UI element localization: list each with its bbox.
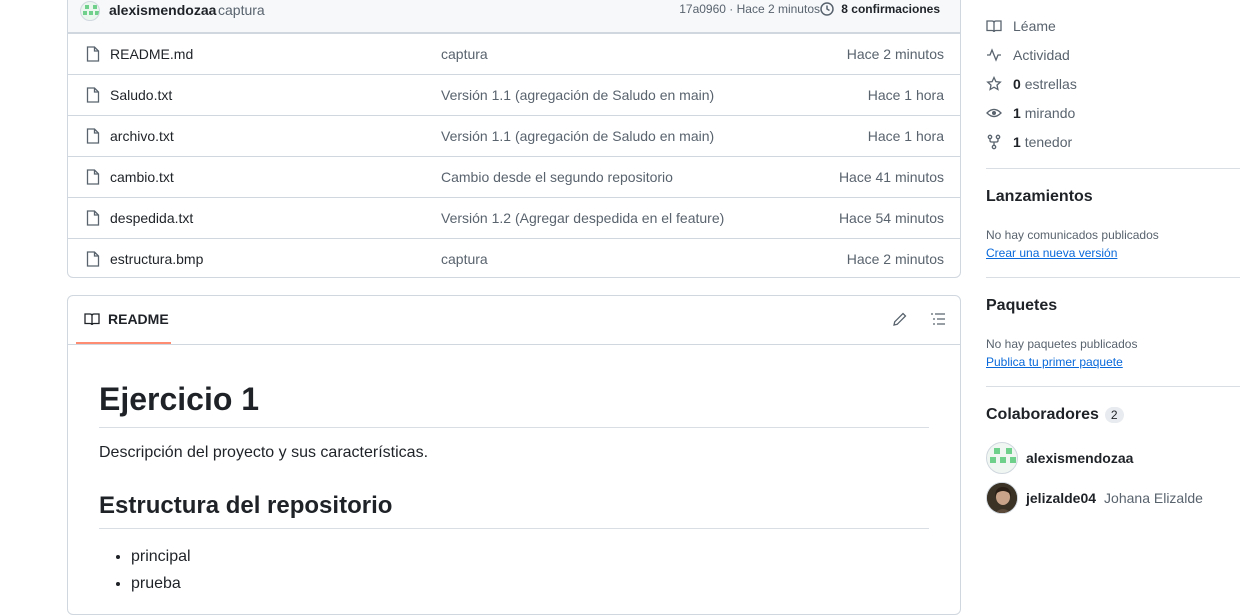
file-icon: [86, 46, 100, 62]
watchers-link[interactable]: 1 mirando: [986, 105, 1075, 121]
readme-tab-label: README: [108, 311, 169, 327]
file-commit-message[interactable]: Versión 1.2 (Agregar despedida en el fea…: [441, 210, 724, 226]
file-commit-time: Hace 1 hora: [867, 128, 944, 144]
file-row[interactable]: despedida.txt Versión 1.2 (Agregar despe…: [68, 197, 960, 238]
file-commit-time: Hace 54 minutos: [838, 210, 944, 226]
publish-package-link[interactable]: Publica tu primer paquete: [986, 355, 1123, 369]
pencil-icon[interactable]: [892, 311, 908, 327]
releases-empty-text: No hay comunicados publicados: [986, 228, 1159, 242]
book-icon: [986, 18, 1002, 34]
fork-icon: [986, 134, 1002, 150]
readme-heading-2: Estructura del repositorio: [99, 490, 929, 529]
about-label: Léame: [1013, 18, 1056, 34]
avatar[interactable]: [986, 482, 1018, 514]
book-icon: [84, 311, 100, 327]
file-list: alexismendozaa captura 17a0960 · Hace 2 …: [67, 0, 961, 278]
readme-tab[interactable]: README: [76, 296, 171, 344]
avatar[interactable]: [986, 442, 1018, 474]
about-label: tenedor: [1024, 134, 1073, 150]
file-commit-time: Hace 1 hora: [867, 87, 944, 103]
create-release-link[interactable]: Crear una nueva versión: [986, 246, 1117, 260]
contributor-login[interactable]: alexismendozaa: [1026, 450, 1133, 466]
contributor-fullname: Johana Elizalde: [1104, 490, 1203, 506]
file-commit-time: Hace 2 minutos: [846, 251, 944, 267]
file-row[interactable]: estructura.bmp captura Hace 2 minutos: [68, 238, 960, 277]
readme-header: README: [68, 296, 960, 345]
file-name[interactable]: estructura.bmp: [110, 251, 203, 267]
file-row[interactable]: cambio.txt Cambio desde el segundo repos…: [68, 156, 960, 197]
file-name[interactable]: Saludo.txt: [110, 87, 172, 103]
about-label: mirando: [1024, 105, 1076, 121]
commits-link[interactable]: 8 confirmaciones: [819, 1, 940, 17]
readme-heading-1: Ejercicio 1: [99, 379, 929, 428]
contributor-login[interactable]: jelizalde04: [1026, 490, 1096, 506]
contributor-item[interactable]: jelizalde04 Johana Elizalde: [986, 482, 1203, 514]
pulse-icon: [986, 47, 1002, 63]
file-commit-time: Hace 2 minutos: [846, 46, 944, 62]
commits-count-label: 8 confirmaciones: [841, 2, 940, 16]
file-commit-time: Hace 41 minutos: [838, 169, 944, 185]
forks-link[interactable]: 1 tenedor: [986, 134, 1072, 150]
file-icon: [86, 128, 100, 144]
file-name[interactable]: archivo.txt: [110, 128, 174, 144]
file-icon: [86, 210, 100, 226]
divider: [986, 168, 1240, 169]
packages-title[interactable]: Paquetes: [986, 297, 1057, 315]
file-icon: [86, 87, 100, 103]
releases-title[interactable]: Lanzamientos: [986, 188, 1093, 206]
commit-meta[interactable]: 17a0960 · Hace 2 minutos: [679, 2, 820, 16]
forks-count: 1: [1013, 134, 1021, 150]
about-label: Actividad: [1013, 47, 1070, 63]
divider: [986, 386, 1240, 387]
readme-panel: README Ejercicio 1 Descripción del proye…: [67, 295, 961, 615]
file-name[interactable]: cambio.txt: [110, 169, 174, 185]
contributors-title: Colaboradores: [986, 406, 1099, 423]
about-label: estrellas: [1024, 76, 1077, 92]
file-commit-message[interactable]: Cambio desde el segundo repositorio: [441, 169, 673, 185]
file-row[interactable]: Saludo.txt Versión 1.1 (agregación de Sa…: [68, 74, 960, 115]
eye-icon: [986, 105, 1002, 121]
contributor-item[interactable]: alexismendozaa: [986, 442, 1141, 474]
list-item: principal: [131, 543, 929, 570]
history-icon: [819, 1, 835, 17]
commit-author-avatar[interactable]: [80, 1, 100, 21]
list-item: prueba: [131, 570, 929, 597]
readme-link[interactable]: Léame: [986, 18, 1056, 34]
watchers-count: 1: [1013, 105, 1021, 121]
commit-message[interactable]: captura: [218, 2, 265, 18]
activity-link[interactable]: Actividad: [986, 47, 1070, 63]
contributors-count-badge: 2: [1104, 407, 1124, 423]
latest-commit-bar: alexismendozaa captura 17a0960 · Hace 2 …: [68, 0, 960, 33]
file-row[interactable]: README.md captura Hace 2 minutos: [68, 33, 960, 74]
stars-count: 0: [1013, 76, 1021, 92]
readme-content: Ejercicio 1 Descripción del proyecto y s…: [68, 379, 960, 597]
readme-tools: [892, 311, 946, 327]
contributors-header[interactable]: Colaboradores 2: [986, 406, 1124, 424]
star-icon: [986, 76, 1002, 92]
commit-author[interactable]: alexismendozaa: [109, 2, 216, 18]
packages-empty-text: No hay paquetes publicados: [986, 337, 1138, 351]
file-commit-message[interactable]: captura: [441, 251, 488, 267]
file-icon: [86, 251, 100, 267]
file-commit-message[interactable]: captura: [441, 46, 488, 62]
outline-list-icon[interactable]: [930, 311, 946, 327]
divider: [986, 277, 1240, 278]
file-icon: [86, 169, 100, 185]
file-name[interactable]: README.md: [110, 46, 193, 62]
stars-link[interactable]: 0 estrellas: [986, 76, 1077, 92]
readme-description: Descripción del proyecto y sus caracterí…: [99, 444, 429, 461]
file-commit-message[interactable]: Versión 1.1 (agregación de Saludo en mai…: [441, 128, 714, 144]
readme-list: principal prueba: [99, 543, 929, 597]
file-name[interactable]: despedida.txt: [110, 210, 193, 226]
file-commit-message[interactable]: Versión 1.1 (agregación de Saludo en mai…: [441, 87, 714, 103]
file-row[interactable]: archivo.txt Versión 1.1 (agregación de S…: [68, 115, 960, 156]
